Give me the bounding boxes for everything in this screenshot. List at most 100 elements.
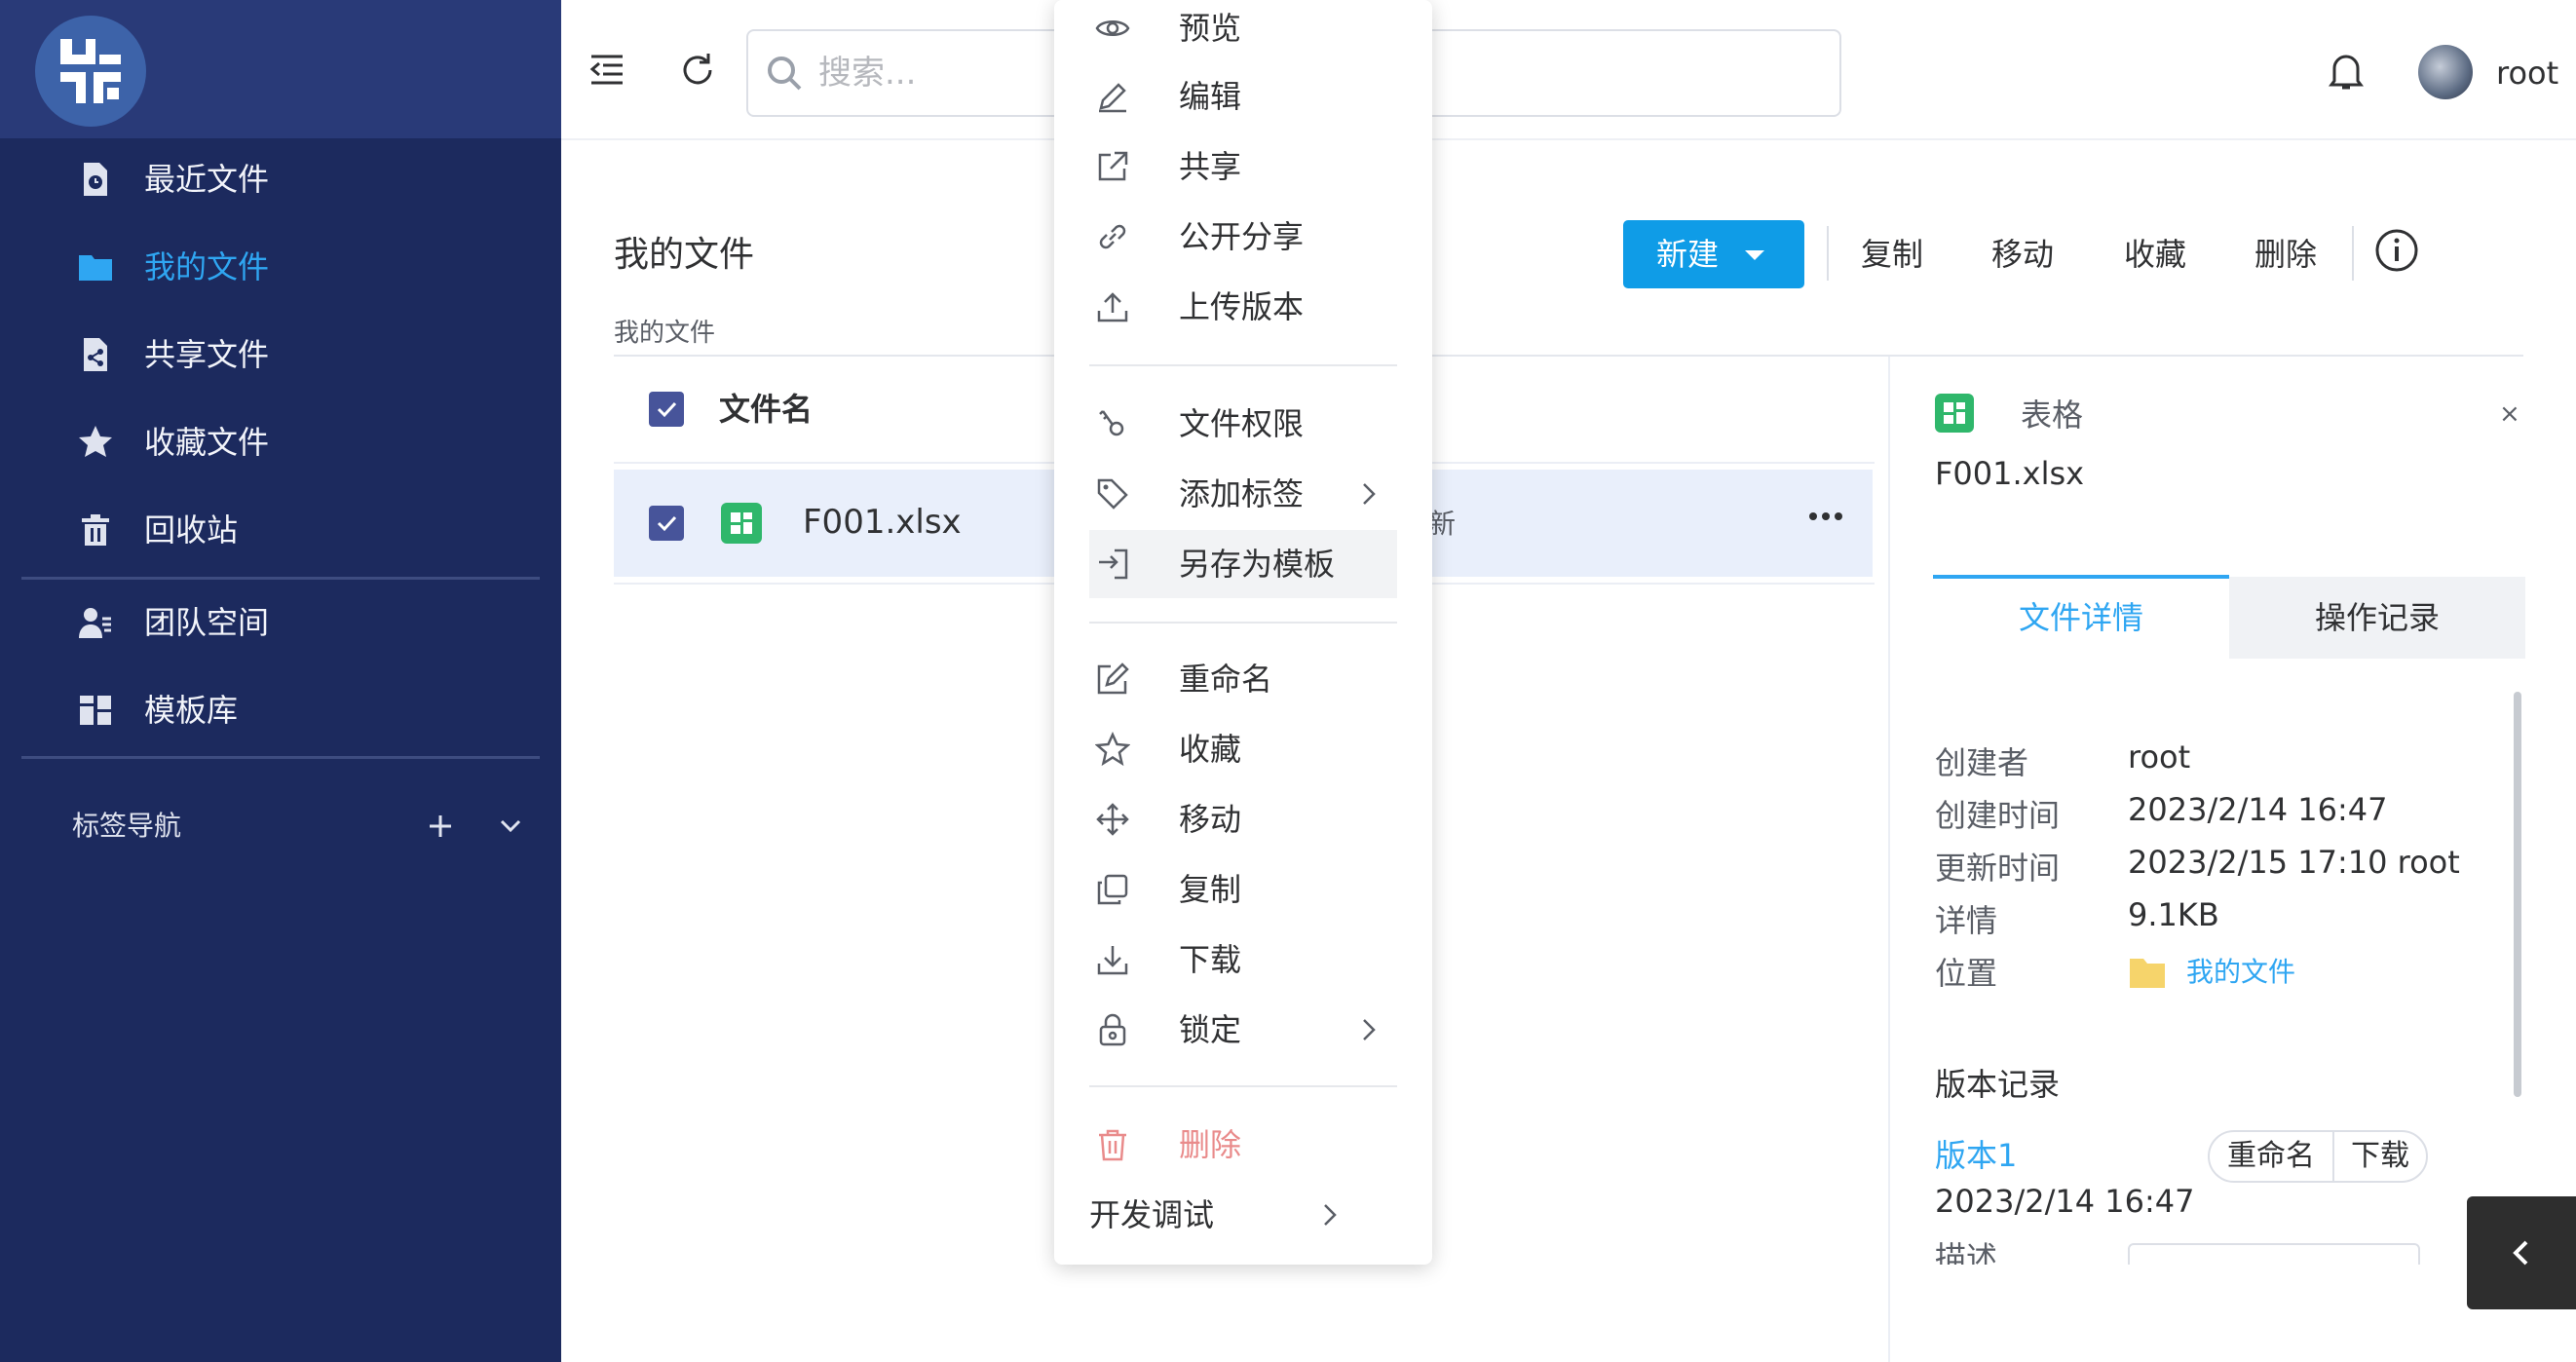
collapse-menu-icon[interactable] <box>587 51 626 90</box>
chevron-down-icon[interactable] <box>493 809 528 844</box>
location-link[interactable]: 我的文件 <box>2186 953 2295 992</box>
close-panel-icon[interactable]: × <box>2499 397 2520 431</box>
version-date: 2023/2/14 16:47 <box>1935 1183 2195 1220</box>
chevron-right-icon <box>1358 1018 1380 1041</box>
field-label: 位置 <box>1935 955 1998 992</box>
menu-item-rename[interactable]: 重命名 <box>1089 645 1397 713</box>
menu-item-upload-version[interactable]: 上传版本 <box>1089 273 1397 341</box>
select-all-checkbox[interactable] <box>649 392 684 427</box>
team-icon <box>76 603 115 642</box>
share-icon <box>1095 149 1130 184</box>
sidebar: 最近文件 我的文件 共享文件 收藏文件 回收站 团队空间 模板库 标签导航 <box>0 0 561 1362</box>
panel-scrollbar[interactable] <box>2514 692 2521 1097</box>
version-rename-button[interactable]: 重命名 <box>2208 1130 2334 1183</box>
logo-area <box>0 0 561 138</box>
toolbar-divider <box>1827 226 1829 281</box>
sidebar-item-label: 收藏文件 <box>144 424 270 461</box>
move-button[interactable]: 移动 <box>1991 220 2054 288</box>
menu-item-label: 开发调试 <box>1089 1196 1215 1233</box>
recent-file-icon <box>76 160 115 199</box>
refresh-icon[interactable] <box>678 51 717 90</box>
file-status: 新 <box>1428 508 1457 540</box>
chevron-right-icon <box>1319 1203 1341 1227</box>
field-value: 9.1KB <box>2128 896 2219 933</box>
upload-icon <box>1095 289 1130 324</box>
menu-item-label: 下载 <box>1179 941 1242 978</box>
avatar[interactable] <box>2418 45 2473 99</box>
menu-item-public-share[interactable]: 公开分享 <box>1089 203 1397 271</box>
new-button[interactable]: 新建 <box>1623 220 1804 288</box>
breadcrumb[interactable]: 我的文件 <box>614 316 715 351</box>
copy-button[interactable]: 复制 <box>1861 220 1923 288</box>
search-icon <box>764 53 805 94</box>
trash-icon <box>76 511 115 549</box>
menu-item-lock[interactable]: 锁定 <box>1089 996 1397 1064</box>
username[interactable]: root <box>2496 51 2558 95</box>
menu-item-label: 公开分享 <box>1179 218 1305 255</box>
field-value: 2023/2/15 17:10 root <box>2128 844 2460 881</box>
copy-icon <box>1095 872 1130 907</box>
menu-item-permissions[interactable]: 文件权限 <box>1089 390 1397 458</box>
menu-divider <box>1089 1085 1397 1087</box>
sidebar-item-label: 团队空间 <box>144 604 270 641</box>
favorite-button[interactable]: 收藏 <box>2124 220 2186 288</box>
spreadsheet-icon <box>721 503 762 544</box>
file-name[interactable]: F001.xlsx <box>803 499 962 546</box>
bell-icon[interactable] <box>2327 51 2366 92</box>
menu-item-share[interactable]: 共享 <box>1089 132 1397 201</box>
breadcrumb-divider <box>614 355 2523 357</box>
field-label: 创建者 <box>1935 744 2029 781</box>
caret-down-icon <box>1745 250 1764 260</box>
row-checkbox[interactable] <box>649 506 684 541</box>
menu-item-label: 上传版本 <box>1179 288 1305 325</box>
menu-item-label: 共享 <box>1179 148 1242 185</box>
menu-item-download[interactable]: 下载 <box>1089 926 1397 994</box>
more-icon[interactable] <box>1808 507 1843 526</box>
sidebar-item-team-space[interactable]: 团队空间 <box>0 582 561 660</box>
menu-item-edit[interactable]: 编辑 <box>1089 62 1397 131</box>
description-input[interactable] <box>2128 1243 2420 1265</box>
eye-icon <box>1095 11 1130 46</box>
sidebar-item-my-files[interactable]: 我的文件 <box>0 226 561 304</box>
sidebar-item-shared[interactable]: 共享文件 <box>0 314 561 392</box>
version-link[interactable]: 版本1 <box>1935 1134 2017 1177</box>
sidebar-item-favorites[interactable]: 收藏文件 <box>0 401 561 479</box>
menu-item-favorite[interactable]: 收藏 <box>1089 715 1397 783</box>
sidebar-item-recycle-bin[interactable]: 回收站 <box>0 489 561 567</box>
sidebar-item-label: 回收站 <box>144 511 239 549</box>
menu-item-label: 编辑 <box>1179 78 1242 115</box>
sidebar-item-templates[interactable]: 模板库 <box>0 669 561 747</box>
field-label: 创建时间 <box>1935 797 2061 834</box>
spreadsheet-icon <box>1935 394 1974 433</box>
column-header-filename[interactable]: 文件名 <box>719 388 813 431</box>
version-download-button[interactable]: 下载 <box>2332 1130 2428 1183</box>
delete-button[interactable]: 删除 <box>2254 220 2317 288</box>
menu-item-save-as-template[interactable]: 另存为模板 <box>1089 530 1397 598</box>
collapse-panel-button[interactable] <box>2467 1196 2576 1309</box>
shared-file-icon <box>76 335 115 374</box>
menu-item-label: 文件权限 <box>1179 405 1305 442</box>
folder-icon <box>2128 955 2167 990</box>
tab-activity-log[interactable]: 操作记录 <box>2229 577 2525 659</box>
panel-file-name: F001.xlsx <box>1935 455 2085 492</box>
add-tag-icon[interactable] <box>423 809 458 844</box>
menu-item-add-tag[interactable]: 添加标签 <box>1089 460 1397 528</box>
menu-item-label: 添加标签 <box>1179 475 1305 512</box>
sidebar-item-recent[interactable]: 最近文件 <box>0 138 561 216</box>
info-icon[interactable] <box>2374 228 2419 273</box>
menu-divider <box>1089 364 1397 366</box>
description-field-clip: 描述 <box>1935 1231 2539 1265</box>
app-logo[interactable] <box>35 16 146 127</box>
page-title: 我的文件 <box>614 235 755 275</box>
menu-item-copy[interactable]: 复制 <box>1089 855 1397 924</box>
menu-item-delete[interactable]: 删除 <box>1089 1111 1397 1179</box>
tab-file-details[interactable]: 文件详情 <box>1933 575 2229 659</box>
folder-icon <box>76 247 115 286</box>
key-icon <box>1095 406 1130 441</box>
menu-item-move[interactable]: 移动 <box>1089 785 1397 853</box>
menu-item-preview[interactable]: 预览 <box>1089 0 1397 62</box>
search-input[interactable]: 搜索... <box>818 31 916 115</box>
menu-item-dev-debug[interactable]: 开发调试 <box>1089 1181 1397 1249</box>
description-label: 描述 <box>1935 1239 1998 1265</box>
menu-item-label: 锁定 <box>1179 1011 1242 1048</box>
